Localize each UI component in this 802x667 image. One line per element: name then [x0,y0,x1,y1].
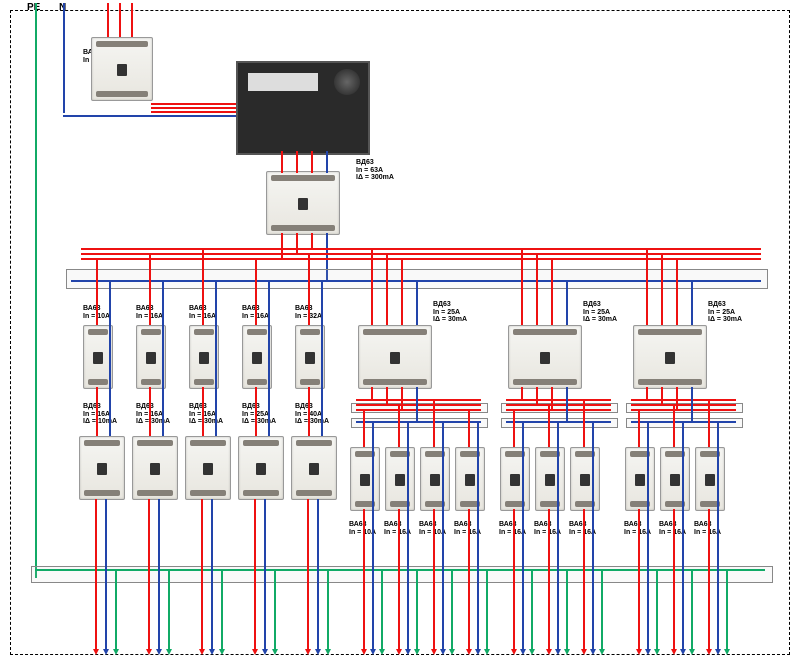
main-rcd-label: ВД63In = 63AIΔ = 300mA [356,159,394,182]
lbl-grcd3: ВД63In = 25AIΔ = 30mA [708,301,742,324]
meter-dial [334,69,360,95]
sb-1 [350,447,380,511]
panel-enclosure: PE N ВА63In = 63A ВД63In = 63AIΔ = 300mA… [10,10,790,655]
sb-5 [500,447,530,511]
sb-6 [535,447,565,511]
sb-7 [570,447,600,511]
lbl-mrcd1: ВД63In = 16AIΔ = 10mA [83,403,117,426]
lbl-mrcd3: ВД63In = 16AIΔ = 30mA [189,403,223,426]
sb-9 [660,447,690,511]
sb-10 [695,447,725,511]
mid-rcd-5 [291,436,337,500]
lbl-mrcd2: ВД63In = 16AIΔ = 30mA [136,403,170,426]
l3-in [131,3,133,38]
mid-rcd-2 [132,436,178,500]
mid-rcd-3 [185,436,231,500]
sb-3 [420,447,450,511]
mid-rcd-1 [79,436,125,500]
l2-in [119,3,121,38]
sb-2 [385,447,415,511]
sb-4 [455,447,485,511]
main-breaker [91,37,153,101]
group-rcd-1 [358,325,432,389]
lbl-grcd2: ВД63In = 25AIΔ = 30mA [583,301,617,324]
pe-label: PE [27,2,40,13]
lbl-grcd1: ВД63In = 25AIΔ = 30mA [433,301,467,324]
subbus-3n [626,418,743,428]
lbl-mrcd4: ВД63In = 25AIΔ = 30mA [242,403,276,426]
group-rcd-3 [633,325,707,389]
lbl-mrcd5: ВД63In = 40AIΔ = 30mA [295,403,329,426]
energy-meter [236,61,370,155]
group-rcd-2 [508,325,582,389]
main-rcd [266,171,340,235]
l1-in [107,3,109,38]
mid-rcd-4 [238,436,284,500]
subbus-2n [501,418,618,428]
pe-main [35,3,37,578]
sb-8 [625,447,655,511]
meter-display [248,73,318,91]
n-main [63,3,65,113]
